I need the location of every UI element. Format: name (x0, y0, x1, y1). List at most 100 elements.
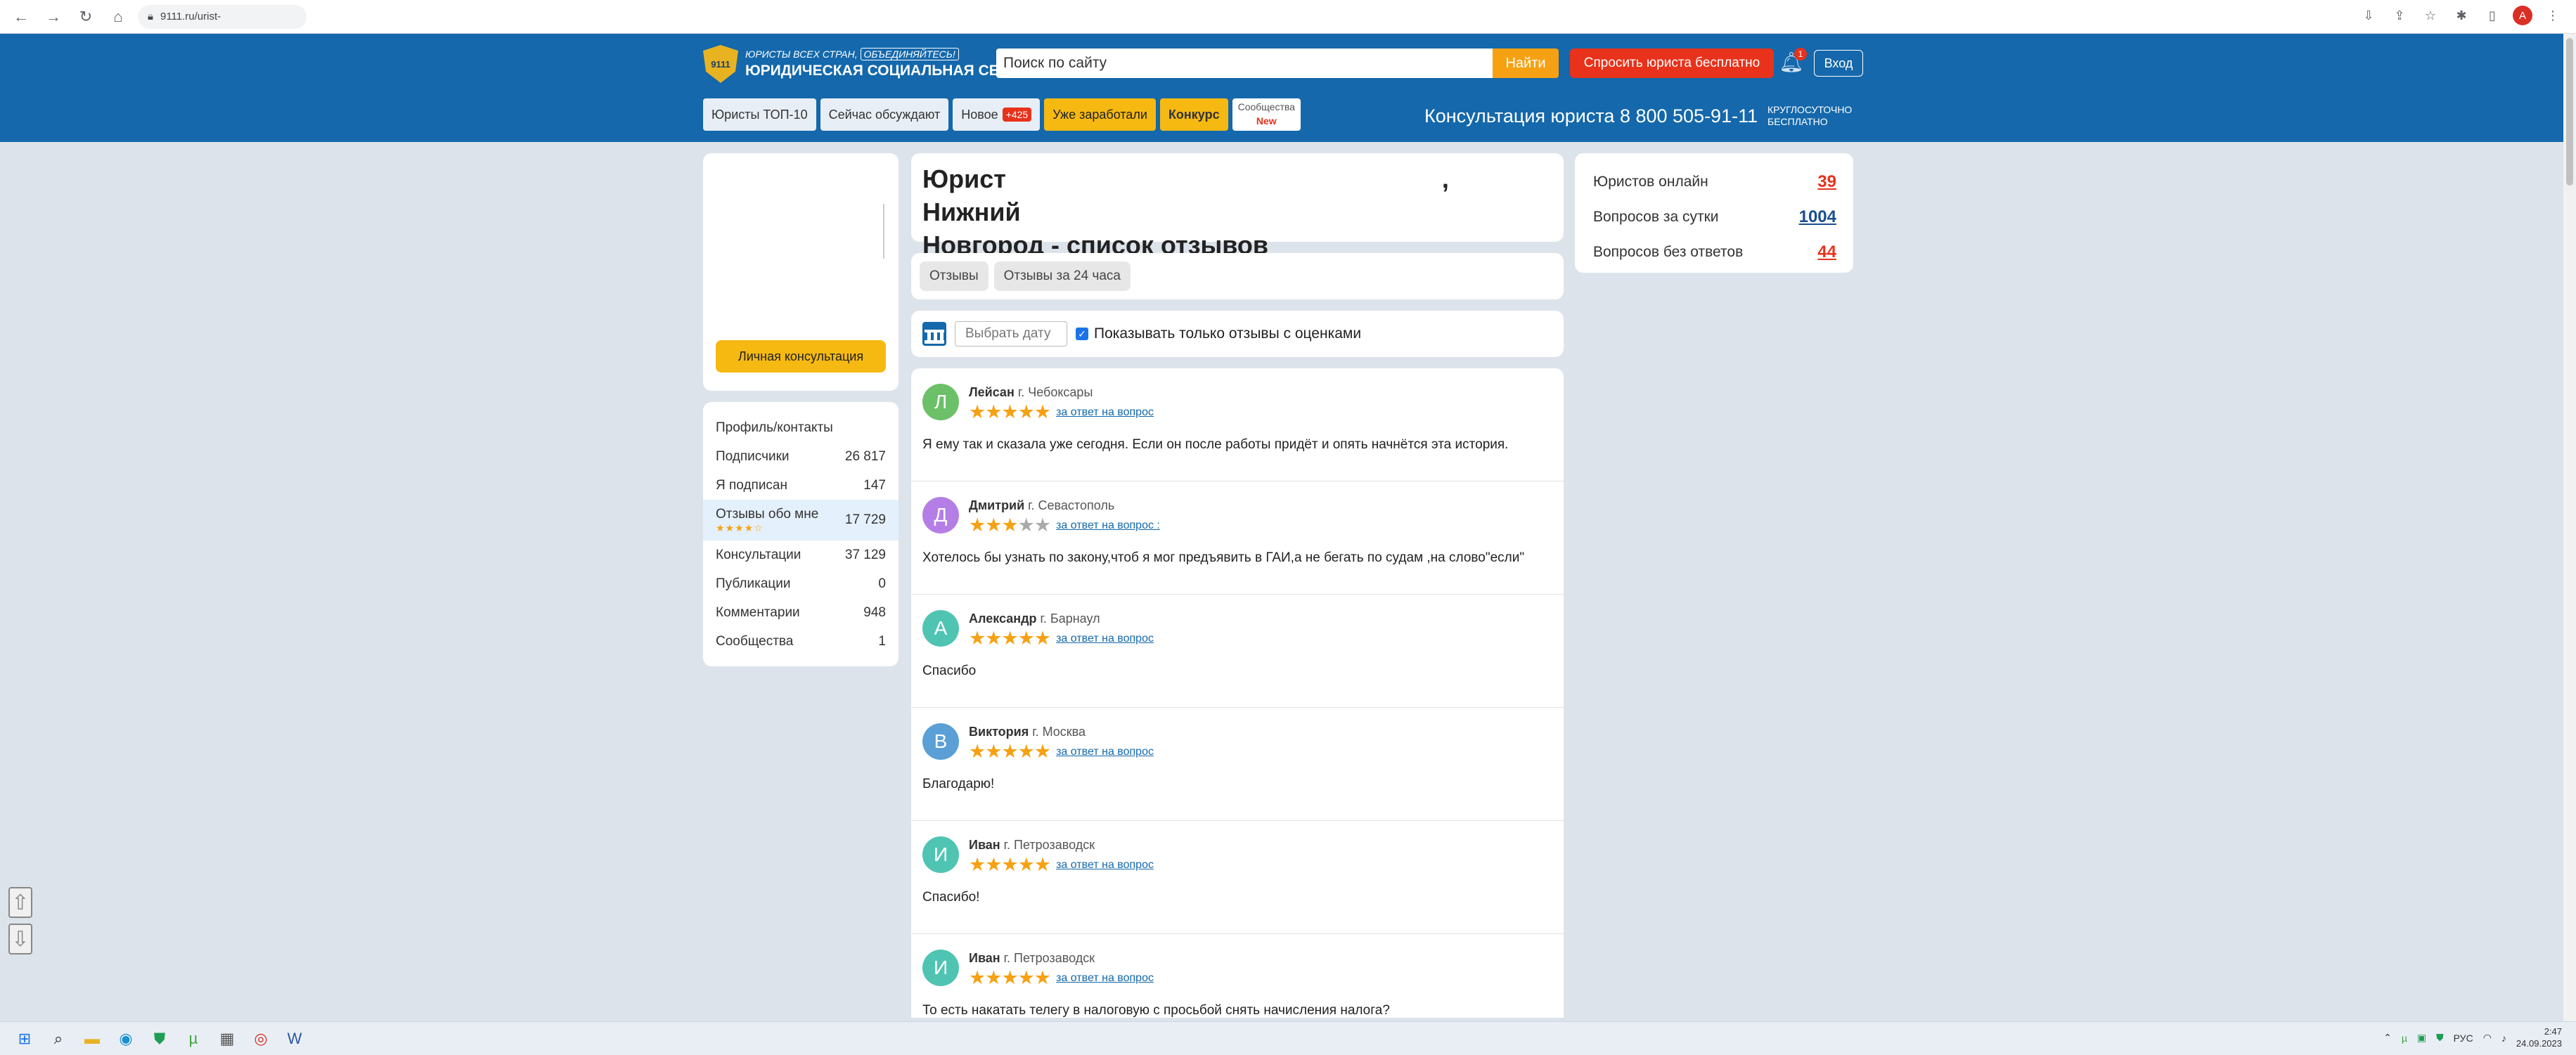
word-icon[interactable]: W (281, 1025, 308, 1052)
menu-item-communities[interactable]: Сообщества 1 (703, 627, 899, 656)
review-item: И Иван г. Петрозаводск ★★★★★ за ответ на во… (911, 821, 1564, 934)
reload-icon[interactable]: ↻ (73, 4, 98, 30)
home-icon[interactable]: ⌂ (105, 4, 131, 30)
tray-utorrent-icon[interactable]: µ (2402, 1033, 2407, 1044)
page-scrollbar[interactable] (2563, 34, 2576, 1021)
personal-consult-button[interactable]: Личная консультация (716, 340, 886, 373)
date-picker-input[interactable]: Выбрать дату (955, 321, 1067, 347)
star-rating-icon: ★★★★★ (969, 969, 1051, 988)
windows-start-icon[interactable]: ⊞ (11, 1025, 38, 1052)
star-icon[interactable]: ☆ (2420, 5, 2441, 26)
menu-item-reviews[interactable]: Отзывы обо мне ★★★★☆ 17 729 (703, 500, 899, 541)
clock[interactable]: 2:47 24.09.2023 (2516, 1026, 2562, 1050)
menu-item-comments[interactable]: Комментарии 948 (703, 598, 899, 627)
menu-item-consultations[interactable]: Консультации 37 129 (703, 541, 899, 569)
wifi-icon[interactable]: ◠ (2483, 1032, 2492, 1044)
question-link[interactable]: за ответ на вопрос (1056, 972, 1154, 985)
search-input[interactable]: Поиск по сайту (996, 48, 1493, 78)
chrome-icon[interactable]: ◎ (247, 1025, 274, 1052)
reviews-list: Л Лейсан г. Чебоксары ★★★★★ за ответ на воп… (911, 368, 1564, 1018)
edge-icon[interactable]: ◉ (112, 1025, 139, 1052)
site-logo[interactable]: 9111 ЮРИСТЫ ВСЕХ СТРАН, ОБЪЕДИНЯЙТЕСЬ! Ю… (703, 45, 1019, 83)
scroll-down-icon[interactable]: ⇩ (8, 924, 32, 954)
rating-stars-icon: ★★★★☆ (716, 522, 764, 533)
question-link[interactable]: за ответ на вопрос (1056, 746, 1154, 758)
volume-icon[interactable]: ♪ (2501, 1033, 2506, 1044)
review-item: А Александр г. Барнаул ★★★★★ за ответ на во… (911, 595, 1564, 708)
question-link[interactable]: за ответ на вопрос (1056, 859, 1154, 872)
tab-reviews-24h[interactable]: Отзывы за 24 часа (993, 261, 1131, 291)
star-filled-icon: ★ (1001, 854, 1018, 875)
logo-slogan-a: ЮРИСТЫ ВСЕХ СТРАН, (745, 48, 858, 60)
menu-label: Консультации (716, 547, 801, 562)
stat-value[interactable]: 1004 (1799, 207, 1836, 227)
chevron-up-icon[interactable]: ⌃ (2383, 1032, 2392, 1044)
folder-icon[interactable]: ▬ (79, 1025, 105, 1052)
tab-reviews[interactable]: Отзывы (920, 261, 988, 291)
stat-value[interactable]: 39 (1817, 172, 1836, 192)
install-icon[interactable]: ⇩ (2358, 5, 2379, 26)
login-button[interactable]: Вход (1814, 50, 1863, 77)
menu-item-publications[interactable]: Публикации 0 (703, 569, 899, 598)
only-rated-checkbox[interactable]: ✓ Показывать только отзывы с оценками (1076, 325, 1361, 342)
system-tray: ⌃ µ ▣ ⛊ РУС ◠ ♪ 2:47 24.09.2023 (2383, 1026, 2562, 1050)
author-city: г. Москва (1032, 725, 1086, 739)
star-filled-icon: ★ (969, 854, 986, 875)
sidepanel-icon[interactable]: ▯ (2482, 5, 2503, 26)
nav-new[interactable]: Новое +425 (953, 98, 1041, 131)
back-icon[interactable]: ← (8, 4, 34, 30)
question-link[interactable]: за ответ на вопрос (1056, 633, 1154, 645)
calculator-icon[interactable]: ▦ (214, 1025, 240, 1052)
author-city: г. Петрозаводск (1003, 951, 1095, 965)
menu-item-subscribers[interactable]: Подписчики 26 817 (703, 442, 899, 471)
extensions-icon[interactable]: ✱ (2451, 5, 2472, 26)
tray-shield-icon[interactable]: ⛊ (2436, 1032, 2444, 1044)
calendar-icon[interactable] (922, 322, 946, 346)
nav-communities[interactable]: Сообщества New (1232, 98, 1301, 131)
question-link[interactable]: за ответ на вопрос : (1056, 519, 1160, 532)
menu-item-profile[interactable]: Профиль/контакты (703, 413, 899, 442)
profile-avatar[interactable]: A (2513, 6, 2532, 25)
bell-icon[interactable]: 🔔︎ 1 (1779, 48, 1807, 79)
nav-top10[interactable]: Юристы ТОП-10 (703, 98, 816, 131)
stat-label: Юристов онлайн (1593, 174, 1708, 190)
language-indicator[interactable]: РУС (2454, 1033, 2473, 1044)
utorrent-icon[interactable]: µ (180, 1025, 207, 1052)
question-link[interactable]: за ответ на вопрос (1056, 406, 1154, 419)
search-button[interactable]: Найти (1493, 48, 1559, 78)
search-icon[interactable]: ⌕ (45, 1025, 72, 1052)
author-name[interactable]: Дмитрий (969, 498, 1024, 512)
scrollbar-thumb[interactable] (2566, 38, 2573, 186)
author-name[interactable]: Иван (969, 951, 1000, 965)
star-filled-icon: ★ (1001, 401, 1018, 422)
stat-value[interactable]: 44 (1817, 242, 1836, 262)
nav-earned[interactable]: Уже заработали (1044, 98, 1156, 131)
tray-app-icon[interactable]: ▣ (2417, 1032, 2426, 1044)
menu-label: Публикации (716, 576, 791, 591)
author-city: г. Чебоксары (1017, 385, 1093, 399)
address-bar[interactable]: 🔒︎ 9111.ru/urist- (138, 4, 307, 29)
shield-app-icon[interactable]: ⛊ (146, 1025, 173, 1052)
menu-item-subscribed[interactable]: Я подписан 147 (703, 471, 899, 500)
menu-icon[interactable]: ⋮ (2542, 5, 2563, 26)
author-name[interactable]: Виктория (969, 725, 1029, 739)
phone-sub-1: КРУГЛОСУТОЧНО (1767, 104, 1853, 115)
stat-online: Юристов онлайн 39 (1593, 164, 1836, 200)
phone-consultation[interactable]: Консультация юриста 8 800 505-91-11 (1424, 105, 1758, 127)
nav-discuss[interactable]: Сейчас обсуждают (820, 98, 949, 131)
author-name[interactable]: Иван (969, 838, 1000, 852)
author-name[interactable]: Лейсан (969, 385, 1015, 399)
shield-logo-icon: 9111 (703, 45, 738, 83)
review-author: Виктория г. Москва (969, 725, 1552, 739)
site-stats: Юристов онлайн 39 Вопросов за сутки 1004 В… (1575, 153, 1853, 273)
menu-label: Сообщества (716, 633, 794, 649)
review-text: То есть накатать телегу в налоговую с пр… (922, 1003, 1390, 1018)
forward-icon[interactable]: → (41, 4, 66, 30)
share-icon[interactable]: ⇪ (2389, 5, 2410, 26)
checkbox-checked-icon[interactable]: ✓ (1076, 328, 1088, 340)
url-text: 9111.ru/urist- (160, 11, 221, 22)
ask-lawyer-button[interactable]: Спросить юриста бесплатно (1570, 48, 1774, 78)
scroll-up-icon[interactable]: ⇧ (8, 887, 32, 918)
author-name[interactable]: Александр (969, 611, 1037, 626)
nav-contest[interactable]: Конкурс (1159, 98, 1228, 131)
